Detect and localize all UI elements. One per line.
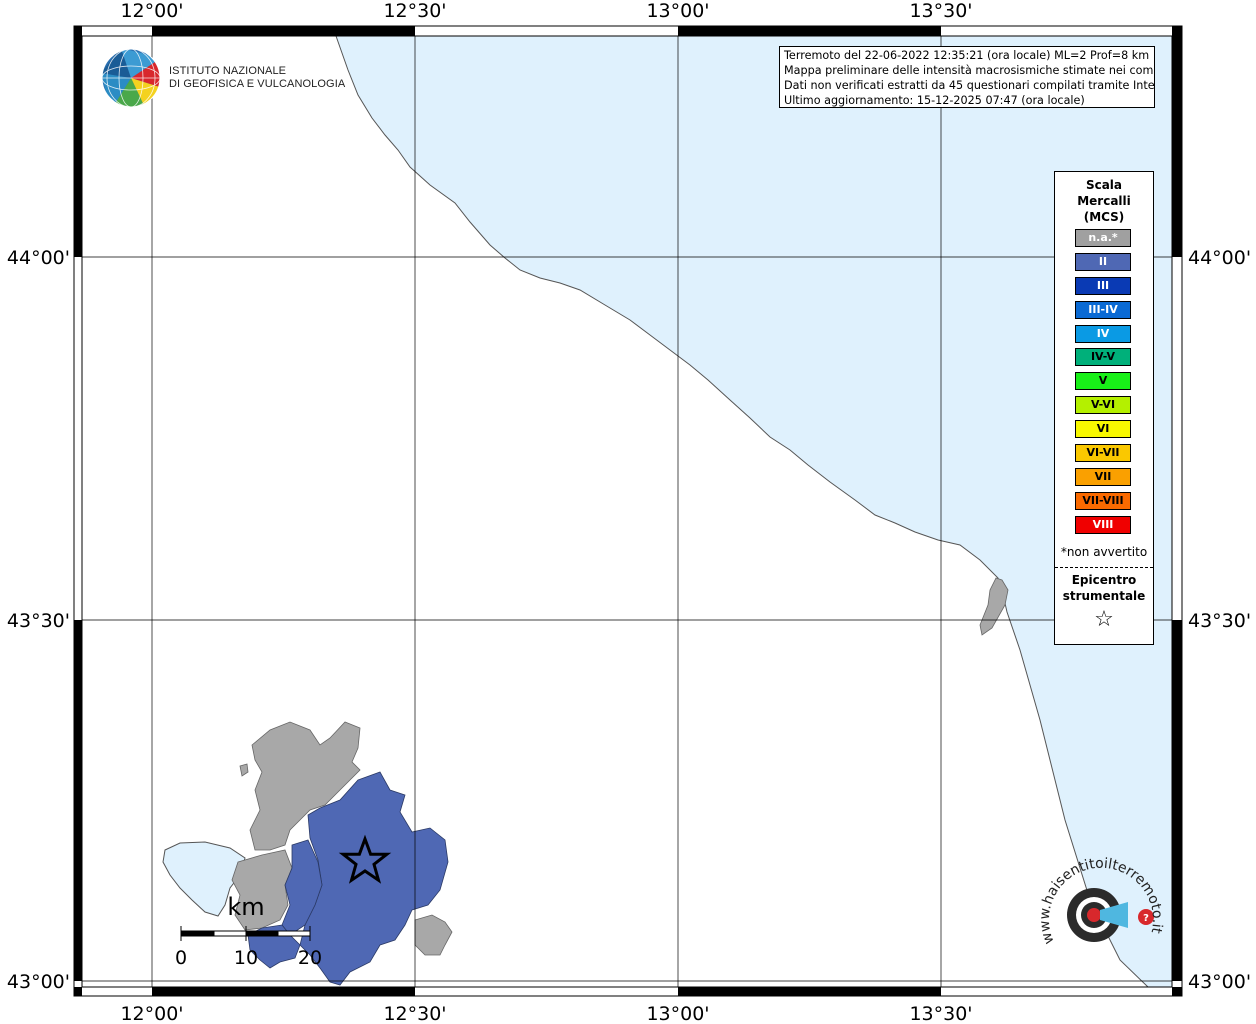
legend-item-iv-v: IV-V xyxy=(1075,348,1131,367)
legend-divider xyxy=(1055,567,1153,568)
top-tick-label: 12°00' xyxy=(120,0,183,22)
legend-item-vii-viii: VII-VIII xyxy=(1075,491,1131,510)
right-tick-label: 44°00' xyxy=(1188,247,1251,269)
legend-item-iv: IV xyxy=(1075,324,1131,343)
top-tick-label: 12°30' xyxy=(383,0,446,22)
legend-item-ii: II xyxy=(1075,252,1131,271)
ingv-globe-icon xyxy=(101,48,161,108)
left-tick-label: 43°30' xyxy=(7,610,70,632)
frame-bar-bottom-3 xyxy=(678,987,941,996)
bottom-tick-label: 13°30' xyxy=(909,1003,972,1024)
scale-bar-label: 10 xyxy=(234,947,258,969)
last-update: Ultimo aggiornamento: 15-12-2025 07:47 (… xyxy=(784,94,1085,107)
right-tick-label: 43°30' xyxy=(1188,610,1251,632)
haisentito-badge-icon: ? www.haisentitoilterremoto.it xyxy=(1037,856,1165,947)
haisentito-logo: ? www.haisentitoilterremoto.it xyxy=(1036,850,1166,980)
scale-bar-segment-white-1 xyxy=(213,930,247,937)
bottom-tick-label: 13°00' xyxy=(646,1003,709,1024)
right-tick-label: 43°00' xyxy=(1188,971,1251,993)
scale-bar-segment-black-1 xyxy=(180,930,215,937)
bottom-tick-label: 12°00' xyxy=(120,1003,183,1024)
scale-bar-segment-black-2 xyxy=(245,930,279,937)
top-tick-label: 13°00' xyxy=(646,0,709,22)
not-felt-coast-promontory xyxy=(979,577,1009,636)
legend-item-v-vi: V-VI xyxy=(1075,396,1131,415)
frame-bar-top-3 xyxy=(678,26,941,36)
frame-bar-top-4 xyxy=(1172,26,1182,36)
legend-title-line: (MCS) xyxy=(1083,210,1125,224)
map-description: Mappa preliminare delle intensità macros… xyxy=(784,64,1155,77)
earthquake-info-box: Terremoto del 22-06-2022 12:35:21 (ora l… xyxy=(779,46,1155,108)
legend-note: *non avvertito xyxy=(1060,545,1148,559)
legend-title: Scala Mercalli (MCS) xyxy=(1055,177,1153,225)
left-tick-label: 43°00' xyxy=(7,971,70,993)
legend-item-iii-iv: III-IV xyxy=(1075,300,1131,319)
legend-epicentre-line: strumentale xyxy=(1062,589,1146,603)
ingv-name-line2: DI GEOFISICA E VULCANOLOGIA xyxy=(169,78,346,90)
data-source-note: Dati non verificati estratti da 45 quest… xyxy=(784,79,1155,92)
not-felt-islet xyxy=(239,763,249,777)
frame-bar-right-1 xyxy=(1172,36,1182,257)
top-tick-label: 13°30' xyxy=(909,0,972,22)
ingv-name: ISTITUTO NAZIONALE DI GEOFISICA E VULCAN… xyxy=(169,65,345,91)
legend-item-viii: VIII xyxy=(1075,515,1131,534)
legend-item-iii: III xyxy=(1075,276,1131,295)
scale-bar-unit: km xyxy=(227,893,264,921)
frame-bar-right-2 xyxy=(1172,620,1182,981)
frame-bar-top-2 xyxy=(152,26,415,36)
earthquake-summary: Terremoto del 22-06-2022 12:35:21 (ora l… xyxy=(784,49,1150,62)
legend-item-vii: VII xyxy=(1075,467,1131,486)
legend-title-line: Scala xyxy=(1085,178,1123,192)
frame-bar-left-1 xyxy=(74,26,82,257)
not-felt-region-southeast xyxy=(414,914,453,956)
frame-bar-bottom-4 xyxy=(1172,987,1182,996)
mcs-legend: Scala Mercalli (MCS) n.a.* II III III-IV… xyxy=(1054,171,1154,645)
legend-epicentre-label: Epicentro strumentale xyxy=(1055,572,1153,604)
frame-bar-bottom-1 xyxy=(74,987,82,996)
sea-area xyxy=(336,36,1172,987)
legend-items: n.a.* II III III-IV IV IV-V V V-VI VI VI… xyxy=(1075,229,1131,540)
legend-star-icon: ☆ xyxy=(1094,607,1114,632)
left-tick-label: 44°00' xyxy=(7,247,70,269)
scale-bar-label: 20 xyxy=(298,947,322,969)
svg-text:?: ? xyxy=(1143,913,1149,924)
scale-bar-segment-white-2 xyxy=(277,930,311,937)
legend-item-v: V xyxy=(1075,372,1131,391)
legend-item-vi-vii: VI-VII xyxy=(1075,444,1131,463)
legend-item-vi: VI xyxy=(1075,420,1131,439)
frame-bar-left-2 xyxy=(74,620,82,981)
bottom-tick-label: 12°30' xyxy=(383,1003,446,1024)
legend-title-line: Mercalli xyxy=(1077,194,1131,208)
ingv-logo: ISTITUTO NAZIONALE DI GEOFISICA E VULCAN… xyxy=(101,48,345,110)
legend-epicentre-line: Epicentro xyxy=(1071,573,1137,587)
scale-bar-label: 0 xyxy=(175,947,187,969)
frame-bar-bottom-2 xyxy=(152,987,415,996)
legend-item-na: n.a.* xyxy=(1075,229,1131,247)
ingv-name-line1: ISTITUTO NAZIONALE xyxy=(169,65,287,77)
